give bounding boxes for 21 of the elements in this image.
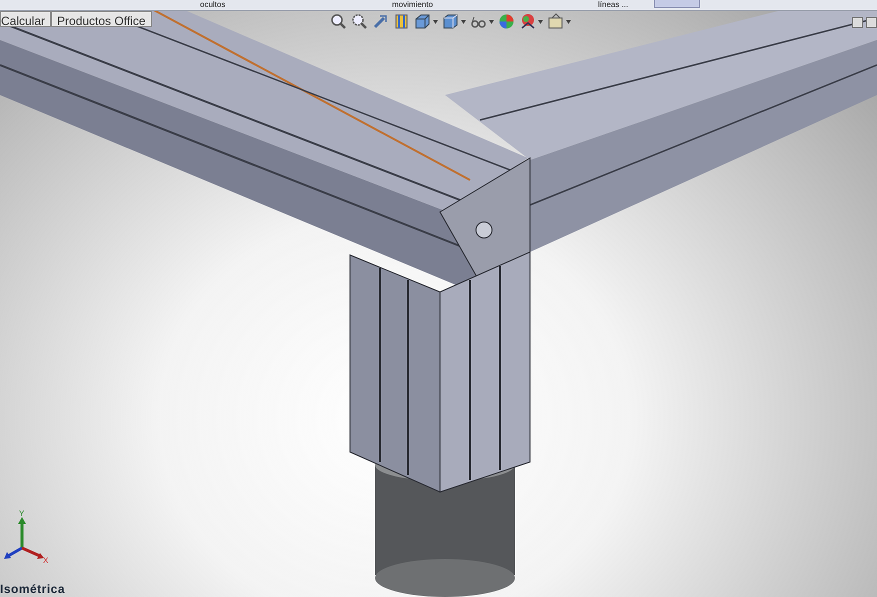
dropdown-caret-icon[interactable] [461, 20, 466, 24]
dropdown-caret-icon[interactable] [489, 20, 494, 24]
view-orientation-icon[interactable] [414, 13, 431, 30]
command-tab[interactable]: Calcular [0, 11, 52, 27]
ribbon-label[interactable]: líneas ... [598, 0, 628, 10]
restore-window-button[interactable] [852, 17, 863, 28]
view-name-label: Isométrica [0, 582, 66, 596]
command-tab[interactable]: Productos Office [51, 11, 152, 27]
section-view-icon[interactable] [393, 13, 410, 30]
previous-view-icon[interactable] [372, 13, 389, 30]
dropdown-caret-icon[interactable] [433, 20, 438, 24]
ribbon-label[interactable]: movimiento [392, 0, 433, 10]
zoom-area-icon[interactable] [351, 13, 368, 30]
view-settings-icon[interactable] [547, 13, 564, 30]
ribbon-label[interactable]: ocultos [200, 0, 226, 10]
close-window-button[interactable] [866, 17, 877, 28]
zoom-icon[interactable] [330, 13, 347, 30]
dropdown-caret-icon[interactable] [538, 20, 543, 24]
scene-icon[interactable] [519, 13, 536, 30]
dropdown-caret-icon[interactable] [566, 20, 571, 24]
display-style-cube-icon[interactable] [442, 13, 459, 30]
